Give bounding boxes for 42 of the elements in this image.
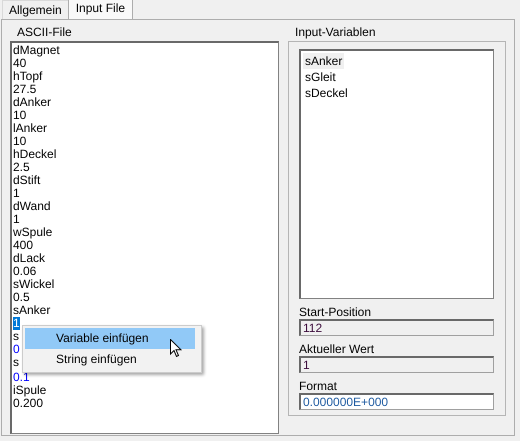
text-line: 1 [13,213,20,226]
text-line: 400 [13,239,34,252]
text-line: 0 [13,343,20,356]
text-line: 10 [13,135,26,148]
text-line: 0.06 [13,265,36,278]
text-line: hDeckel [13,148,56,161]
text-line: 0.1 [13,371,30,384]
text-line: 40 [13,57,26,70]
variable-list[interactable]: sAnker sGleit sDeckel [299,49,494,299]
text-line: 2.5 [13,161,30,174]
field-label: Start-Position [299,305,372,319]
text-line: wSpule [13,226,52,239]
input-field[interactable]: 0.000000E+000 [299,393,494,410]
text-line: dLack [13,252,46,265]
list-item[interactable]: sDeckel [303,85,350,101]
menu-item[interactable]: Variable einfügen [25,328,195,349]
text-line: sAnker [13,304,50,317]
text-line: s [13,330,19,343]
text-line: 1 [13,187,20,200]
text-line: dWand [13,200,51,213]
text-line: 0.200 [13,397,44,410]
text-line: dStift [13,174,40,187]
text-line: 27.5 [13,83,36,96]
text-line: s [13,356,19,369]
cursor-icon [170,339,182,358]
group-label: ASCII-File [17,25,72,39]
text-line: 10 [13,109,26,122]
text-line: hTopf [13,70,42,83]
field-label: Aktueller Wert [299,342,374,356]
text-line: sWickel [13,278,54,291]
tab[interactable]: Allgemein [2,0,69,19]
list-item[interactable]: sAnker [303,53,344,69]
menu-item[interactable]: String einfügen [25,349,195,370]
text-line: dMagnet [13,44,60,57]
field-label: Format [299,379,338,393]
text-line: 0.5 [13,291,30,304]
text-line: lAnker [13,122,48,135]
text-line: dAnker [13,96,52,109]
tab[interactable]: Input File [68,0,134,19]
group-label: Input-Variablen [295,25,376,39]
list-item[interactable]: sGleit [303,69,338,85]
text-line: iSpule [13,384,46,397]
